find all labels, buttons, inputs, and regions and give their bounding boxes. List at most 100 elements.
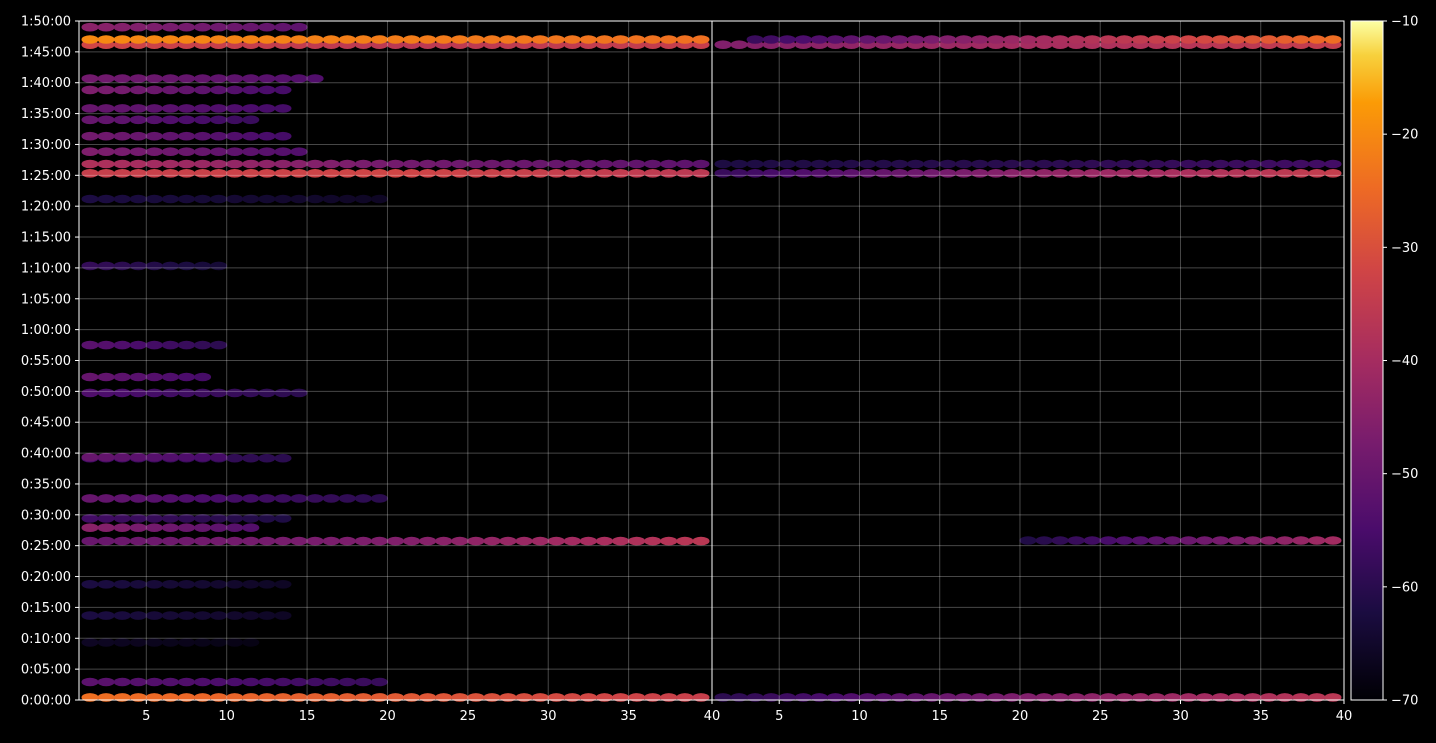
heatmap-cell-p1-b13-x5 bbox=[145, 340, 163, 350]
heatmap-cell-p1-b22-x1 bbox=[81, 85, 99, 95]
heatmap-cell-p1-b11-x10 bbox=[226, 388, 244, 398]
heatmap-cell-p1-b11-x5 bbox=[145, 388, 163, 398]
heatmap-cell-p1-b25-x13 bbox=[274, 35, 292, 44]
heatmap-cell-p1-b3-x11 bbox=[242, 611, 260, 620]
heatmap-cell-p1-b19-x9 bbox=[210, 131, 228, 141]
heatmap-cell-p1-b20-x1 bbox=[81, 115, 99, 125]
heatmap-cell-p2-b2-x10 bbox=[859, 169, 876, 178]
heatmap-cell-p1-b6-x9 bbox=[210, 523, 228, 532]
heatmap-cell-p1-b25-x29 bbox=[531, 35, 549, 44]
heatmap-cell-p1-b5-x30 bbox=[547, 536, 565, 546]
heatmap-cell-p1-b18-x6 bbox=[161, 147, 179, 156]
heatmap-cell-p1-b17-x4 bbox=[129, 159, 147, 169]
heatmap-cell-p1-b16-x31 bbox=[563, 169, 581, 178]
heatmap-cell-p2-b5-x3 bbox=[746, 35, 764, 44]
heatmap-cell-p1-b17-x32 bbox=[579, 159, 597, 169]
heatmap-cell-p1-b25-x10 bbox=[226, 35, 244, 44]
heatmap-cell-p1-b12-x5 bbox=[145, 372, 163, 382]
heatmap-cell-p1-b23-x3 bbox=[113, 74, 131, 83]
heatmap-cell-p1-b6-x11 bbox=[242, 523, 260, 532]
heatmap-cell-p1-b16-x6 bbox=[161, 169, 179, 178]
heatmap-cell-p1-b9-x10 bbox=[226, 453, 244, 463]
heatmap-cell-p1-b17-x9 bbox=[210, 159, 228, 169]
heatmap-cell-p1-b17-x15 bbox=[306, 159, 324, 169]
heatmap-cell-p1-b3-x6 bbox=[161, 611, 179, 620]
heatmap-cell-p2-b5-x21 bbox=[1035, 35, 1053, 44]
heatmap-cell-p1-b7-x11 bbox=[242, 514, 260, 523]
heatmap-cell-p1-b16-x33 bbox=[596, 169, 613, 178]
heatmap-cell-p1-b17-x36 bbox=[644, 159, 662, 169]
heatmap-cell-p2-b2-x4 bbox=[762, 169, 780, 178]
heatmap-cell-p2-b2-x24 bbox=[1083, 169, 1101, 178]
heatmap-cell-p1-b25-x25 bbox=[467, 35, 485, 44]
heatmap-cell-p2-b5-x17 bbox=[971, 35, 989, 44]
heatmap-cell-p1-b1-x8 bbox=[194, 677, 212, 687]
heatmap-cell-p1-b4-x5 bbox=[145, 580, 163, 589]
heatmap-cell-p2-b3-x36 bbox=[1276, 159, 1294, 169]
heatmap-cell-p1-b5-x17 bbox=[338, 536, 356, 546]
heatmap-cell-p1-b17-x6 bbox=[161, 159, 179, 169]
heatmap-cell-p1-b16-x21 bbox=[403, 169, 421, 178]
heatmap-cell-p1-b19-x11 bbox=[242, 131, 260, 141]
heatmap-cell-p1-b16-x7 bbox=[178, 169, 195, 178]
x-tick-label: 15 bbox=[299, 709, 316, 724]
heatmap-cell-p1-b25-x22 bbox=[419, 35, 437, 44]
heatmap-cell-p1-b17-x12 bbox=[258, 159, 276, 169]
heatmap-cell-p2-b2-x29 bbox=[1164, 169, 1181, 178]
heatmap-cell-p1-b17-x8 bbox=[194, 159, 212, 169]
heatmap-cell-p1-b5-x8 bbox=[194, 536, 212, 546]
heatmap-cell-p1-b4-x6 bbox=[161, 580, 179, 589]
heatmap-cell-p2-b5-x23 bbox=[1067, 35, 1085, 44]
heatmap-cell-p1-b16-x10 bbox=[226, 169, 244, 178]
heatmap-cell-p1-b25-x17 bbox=[338, 35, 356, 44]
heatmap-cell-p1-b26-x6 bbox=[161, 22, 179, 32]
y-tick-label: 0:45:00 bbox=[21, 416, 71, 431]
heatmap-cell-p1-b20-x4 bbox=[129, 115, 147, 125]
heatmap-cell-p2-b3-x37 bbox=[1292, 159, 1310, 169]
heatmap-cell-p1-b16-x23 bbox=[435, 169, 453, 178]
heatmap-cell-p1-b26-x8 bbox=[194, 22, 212, 32]
heatmap-cell-p1-b25-x20 bbox=[387, 35, 404, 44]
heatmap-cell-p1-b5-x1 bbox=[81, 536, 99, 546]
heatmap-cell-p1-b21-x1 bbox=[81, 104, 99, 113]
heatmap-cell-p2-b3-x31 bbox=[1196, 159, 1214, 169]
heatmap-cell-p1-b20-x7 bbox=[178, 115, 195, 125]
heatmap-cell-p1-b11-x2 bbox=[97, 388, 115, 398]
heatmap-cell-p2-b1-x23 bbox=[1067, 536, 1085, 545]
heatmap-cell-p1-b11-x6 bbox=[161, 388, 179, 398]
y-tick-label: 1:20:00 bbox=[21, 200, 71, 215]
heatmap-cell-p1-b14-x7 bbox=[178, 261, 195, 271]
heatmap-cell-p1-b1-x19 bbox=[370, 677, 388, 687]
heatmap-cell-p1-b16-x12 bbox=[258, 169, 276, 178]
heatmap-cell-p2-b3-x25 bbox=[1099, 159, 1117, 169]
heatmap-cell-p2-b2-x14 bbox=[923, 169, 941, 178]
heatmap-cell-p1-b13-x4 bbox=[129, 340, 147, 350]
heatmap-cell-p1-b3-x1 bbox=[81, 611, 99, 620]
y-tick-label: 1:05:00 bbox=[21, 292, 71, 307]
heatmap-cell-p1-b2-x4 bbox=[129, 638, 147, 647]
heatmap-cell-p1-b7-x8 bbox=[194, 514, 212, 523]
heatmap-cell-p1-b25-x16 bbox=[322, 35, 340, 44]
heatmap-cell-p1-b25-x2 bbox=[97, 35, 115, 44]
heatmap-cell-p2-b2-x20 bbox=[1019, 169, 1037, 178]
heatmap-cell-p2-b2-x5 bbox=[778, 169, 796, 178]
heatmap-cell-p1-b6-x10 bbox=[226, 523, 244, 532]
heatmap-cell-p2-b5-x30 bbox=[1180, 35, 1197, 44]
heatmap-cell-p1-b25-x1 bbox=[81, 35, 99, 44]
heatmap-cell-p1-b12-x6 bbox=[161, 372, 179, 382]
heatmap-cell-p1-b20-x6 bbox=[161, 115, 179, 125]
heatmap-cell-p1-b16-x34 bbox=[612, 169, 630, 178]
heatmap-cell-p1-b25-x31 bbox=[563, 35, 581, 44]
heatmap-cell-p1-b10-x9 bbox=[210, 452, 228, 462]
heatmap-cell-p1-b2-x1 bbox=[81, 638, 99, 647]
heatmap-cell-p1-b7-x10 bbox=[226, 514, 244, 523]
heatmap-cell-p2-b2-x19 bbox=[1003, 169, 1021, 178]
heatmap-cell-p1-b17-x37 bbox=[660, 159, 678, 169]
heatmap-cell-p1-b25-x39 bbox=[692, 35, 710, 44]
heatmap-cell-p1-b25-x33 bbox=[596, 35, 613, 44]
heatmap-cell-p1-b3-x10 bbox=[226, 611, 244, 620]
heatmap-cell-p1-b15-x5 bbox=[145, 194, 163, 204]
y-tick-label: 0:10:00 bbox=[21, 632, 71, 647]
heatmap-cell-p1-b18-x9 bbox=[210, 147, 228, 156]
heatmap-cell-p1-b5-x39 bbox=[692, 536, 710, 546]
